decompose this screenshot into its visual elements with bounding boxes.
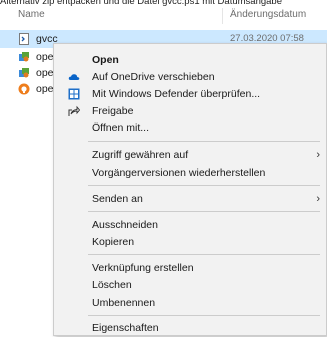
- menu-item-kopieren[interactable]: Kopieren: [54, 233, 327, 251]
- menu-item-umbenennen[interactable]: Umbenennen: [54, 294, 327, 312]
- menu-separator: [88, 185, 320, 186]
- menu-item-open[interactable]: Open: [54, 51, 327, 69]
- openvpn-installer-icon: [18, 67, 30, 79]
- chevron-right-icon: ›: [316, 149, 320, 161]
- menu-item-onedrive[interactable]: Auf OneDrive verschieben: [54, 68, 327, 86]
- menu-item-label: Öffnen mit...: [92, 122, 149, 134]
- menu-item-label: Freigabe: [92, 105, 134, 117]
- menu-item-label: Eigenschaften: [92, 322, 159, 334]
- menu-item-defender[interactable]: Mit Windows Defender überprüfen...: [54, 85, 327, 103]
- script-file-icon: [18, 33, 30, 45]
- menu-separator: [88, 254, 320, 255]
- context-menu: Open Auf OneDrive verschieben Mit Window…: [53, 43, 327, 336]
- menu-item-freigabe[interactable]: Freigabe: [54, 102, 327, 120]
- chevron-right-icon: ›: [316, 193, 320, 205]
- openvpn-orange-icon: [18, 83, 30, 95]
- column-header-date[interactable]: Änderungsdatum: [230, 9, 306, 20]
- cloud-icon: [68, 71, 80, 83]
- menu-item-ausschneiden[interactable]: Ausschneiden: [54, 216, 327, 234]
- openvpn-installer-icon: [18, 51, 30, 63]
- instruction-text: Alternativ zip entpacken und die Datei g…: [0, 0, 282, 7]
- menu-separator: [88, 315, 320, 316]
- menu-item-label: Open: [92, 54, 119, 66]
- menu-item-senden-an[interactable]: Senden an ›: [54, 190, 327, 208]
- menu-item-label: Ausschneiden: [92, 219, 158, 231]
- menu-item-label: Auf OneDrive verschieben: [92, 71, 215, 83]
- menu-item-label: Senden an: [92, 193, 143, 205]
- menu-item-label: Vorgängerversionen wiederherstellen: [92, 167, 266, 179]
- menu-item-oeffnen-mit[interactable]: Öffnen mit...: [54, 119, 327, 137]
- windows-defender-icon: [68, 88, 80, 100]
- share-icon: [68, 105, 81, 117]
- menu-item-label: Verknüpfung erstellen: [92, 262, 194, 274]
- menu-item-loeschen[interactable]: Löschen: [54, 276, 327, 294]
- menu-item-eigenschaften[interactable]: Eigenschaften: [54, 319, 327, 337]
- column-divider[interactable]: [222, 8, 223, 24]
- menu-item-verknuepfung[interactable]: Verknüpfung erstellen: [54, 259, 327, 277]
- menu-item-label: Kopieren: [92, 236, 135, 248]
- menu-item-label: Zugriff gewähren auf: [92, 149, 189, 161]
- menu-item-label: Mit Windows Defender überprüfen...: [92, 88, 261, 100]
- menu-item-label: Umbenennen: [92, 297, 156, 309]
- column-header-row: Name Änderungsdatum: [0, 8, 327, 24]
- menu-item-vorgaengerversionen[interactable]: Vorgängerversionen wiederherstellen: [54, 164, 327, 182]
- column-header-name[interactable]: Name: [18, 9, 45, 20]
- menu-item-zugriff[interactable]: Zugriff gewähren auf ›: [54, 146, 327, 164]
- menu-separator: [88, 211, 320, 212]
- menu-separator: [88, 141, 320, 142]
- menu-item-label: Löschen: [92, 279, 132, 291]
